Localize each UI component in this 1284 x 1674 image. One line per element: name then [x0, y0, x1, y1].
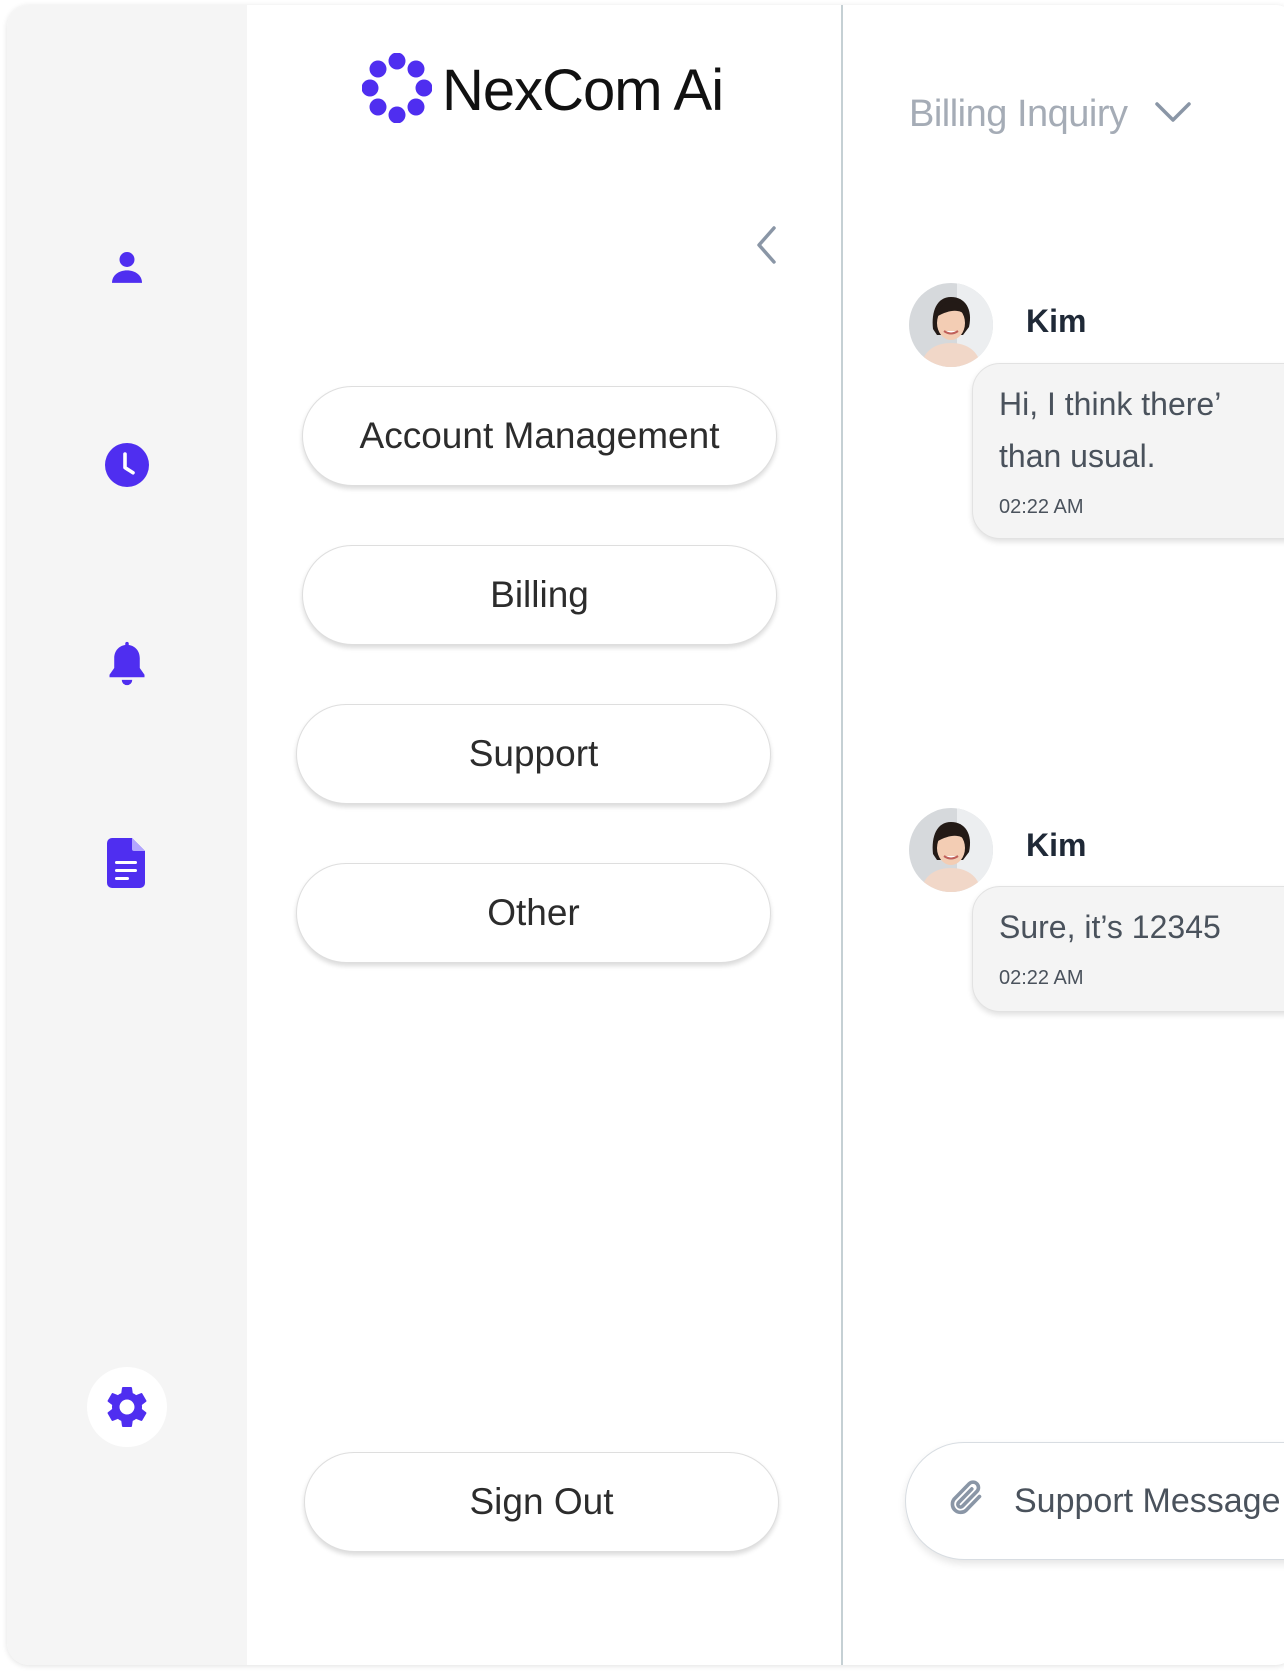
message-text-line: than usual.	[999, 438, 1156, 474]
avatar[interactable]	[909, 283, 993, 367]
message-bubble: Sure, it’s 12345 02:22 AM	[972, 886, 1284, 1012]
topic-dropdown[interactable]: Billing Inquiry	[909, 93, 1192, 136]
billing-button[interactable]: Billing	[302, 545, 777, 645]
message-text-line: Sure, it’s 12345	[999, 909, 1221, 945]
sender-name: Kim	[1026, 303, 1087, 339]
support-message-input[interactable]	[1014, 1481, 1284, 1521]
sign-out-button[interactable]: Sign Out	[304, 1452, 779, 1552]
account-management-button[interactable]: Account Management	[302, 386, 777, 486]
sender-name: Kim	[1026, 827, 1087, 863]
other-button[interactable]: Other	[296, 863, 771, 963]
profile-nav-button[interactable]	[87, 227, 167, 307]
app-window: NexCom Ai Account Management Billing Sup…	[7, 5, 1284, 1665]
chat-panel: Billing Inquiry Kim Hi, I think there’ t…	[845, 5, 1284, 1665]
topic-label: Billing Inquiry	[909, 93, 1128, 135]
message-timestamp: 02:22 AM	[999, 967, 1084, 989]
chevron-left-icon	[754, 225, 780, 270]
gear-icon	[102, 1382, 152, 1432]
document-icon	[107, 838, 147, 888]
message-text-line: Hi, I think there’	[999, 386, 1222, 422]
bell-icon	[106, 640, 148, 690]
menu-panel: NexCom Ai Account Management Billing Sup…	[247, 5, 843, 1665]
message-bubble: Hi, I think there’ than usual. 02:22 AM	[972, 363, 1284, 539]
history-nav-button[interactable]	[87, 425, 167, 505]
collapse-menu-button[interactable]	[747, 223, 787, 271]
dot-ring-logo-icon	[361, 52, 433, 128]
brand[interactable]: NexCom Ai	[361, 52, 724, 128]
documents-nav-button[interactable]	[87, 823, 167, 903]
support-button[interactable]: Support	[296, 704, 771, 804]
avatar[interactable]	[909, 808, 993, 892]
paperclip-icon[interactable]	[948, 1476, 988, 1527]
user-icon	[107, 247, 147, 287]
chevron-down-icon	[1128, 100, 1192, 129]
settings-button[interactable]	[87, 1367, 167, 1447]
message-timestamp: 02:22 AM	[999, 496, 1084, 518]
clock-icon	[103, 441, 151, 489]
brand-name: NexCom Ai	[442, 57, 724, 123]
message-composer	[905, 1442, 1284, 1560]
icon-rail	[7, 5, 247, 1665]
notifications-nav-button[interactable]	[87, 625, 167, 705]
